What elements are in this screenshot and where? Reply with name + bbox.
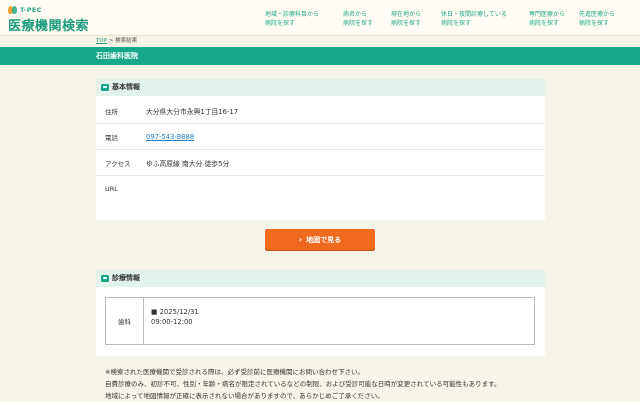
hours-table: 歯科 ■ 2025/12/31 09:00-12:00 <box>105 297 535 345</box>
clinic-info-heading: 診療情報 <box>112 274 140 282</box>
url-label: URL <box>105 185 118 193</box>
breadcrumb-current: 検索結果 <box>115 38 138 44</box>
basic-info-header: 基本情報 <box>96 79 545 96</box>
url-row: URL <box>96 176 545 202</box>
nav-current-location[interactable]: 現在地から 病院を探す <box>391 10 441 28</box>
clinic-info-header: 診療情報 <box>96 270 545 287</box>
hours-detail-cell: ■ 2025/12/31 09:00-12:00 <box>144 298 199 344</box>
phone-row: 電話 097-543-8888 <box>96 124 545 150</box>
phone-link[interactable]: 097-543-8888 <box>146 133 194 141</box>
nav-holiday-night[interactable]: 休日・夜間診療している 病院を探す <box>441 10 529 28</box>
address-value: 大分県大分市永興1丁目16-17 <box>146 107 239 116</box>
notes: ※検索された医療機関で受診される際は、必ず受診前に医療機関にお問い合わせ下さい。… <box>105 366 585 402</box>
access-value: ゆふ高原線 南大分 徒歩5分 <box>146 159 230 168</box>
page-title: 石田歯科医院 <box>0 47 640 65</box>
logo-title: 医療機関検索 <box>8 19 90 34</box>
map-button-label: 地図で見る <box>306 235 342 244</box>
logo-brand: T-PEC <box>8 6 89 14</box>
access-row: アクセス ゆふ高原線 南大分 徒歩5分 <box>96 150 545 176</box>
note-line: 自費診療のみ、初診不可、性別・年齢・病名が限定されているなどの制限、および受診可… <box>105 380 501 388</box>
department-cell: 歯科 <box>106 298 144 344</box>
breadcrumb: TOP > 検索結果 <box>0 36 640 47</box>
address-label: 住所 <box>105 107 118 116</box>
clinic-info-section: 診療情報 歯科 ■ 2025/12/31 09:00-12:00 <box>96 270 545 356</box>
map-button[interactable]: › 地図で見る <box>265 229 375 250</box>
logo-mark-icon <box>8 6 18 14</box>
clinic-icon <box>101 275 109 282</box>
chevron-right-icon: › <box>298 235 303 244</box>
nav-advanced[interactable]: 先進医療から 病院を探す <box>579 10 629 28</box>
site-header: T-PEC 医療機関検索 地域・診療科目から 病院を探す 病名から 病院を探す 現在… <box>0 0 640 36</box>
hours-time: 09:00-12:00 <box>151 318 193 326</box>
hours-date: ■ 2025/12/31 <box>151 308 199 316</box>
nav-specialized[interactable]: 専門医療から 病院を探す <box>529 10 579 28</box>
phone-label: 電話 <box>105 133 118 142</box>
site-logo[interactable]: T-PEC 医療機関検索 <box>8 6 89 34</box>
breadcrumb-separator: > <box>107 38 116 44</box>
address-row: 住所 大分県大分市永興1丁目16-17 <box>96 98 545 124</box>
logo-small-text: T-PEC <box>20 6 42 14</box>
basic-info-heading: 基本情報 <box>112 83 140 91</box>
note-line: ※検索された医療機関で受診される際は、必ず受診前に医療機関にお問い合わせ下さい。 <box>105 368 364 376</box>
global-nav: 地域・診療科目から 病院を探す 病名から 病院を探す 現在地から 病院を探す 休日・夜… <box>265 10 632 28</box>
note-line: 地域によって地図情報が正確に表示されない場合がありますので、あらかじめご了承くだ… <box>105 392 384 400</box>
nav-disease[interactable]: 病名から 病院を探す <box>343 10 391 28</box>
access-label: アクセス <box>105 159 131 168</box>
breadcrumb-top-link[interactable]: TOP <box>96 38 107 44</box>
info-icon <box>101 84 109 91</box>
nav-area-department[interactable]: 地域・診療科目から 病院を探す <box>265 10 343 28</box>
basic-info-section: 基本情報 住所 大分県大分市永興1丁目16-17 電話 097-543-8888… <box>96 79 545 220</box>
